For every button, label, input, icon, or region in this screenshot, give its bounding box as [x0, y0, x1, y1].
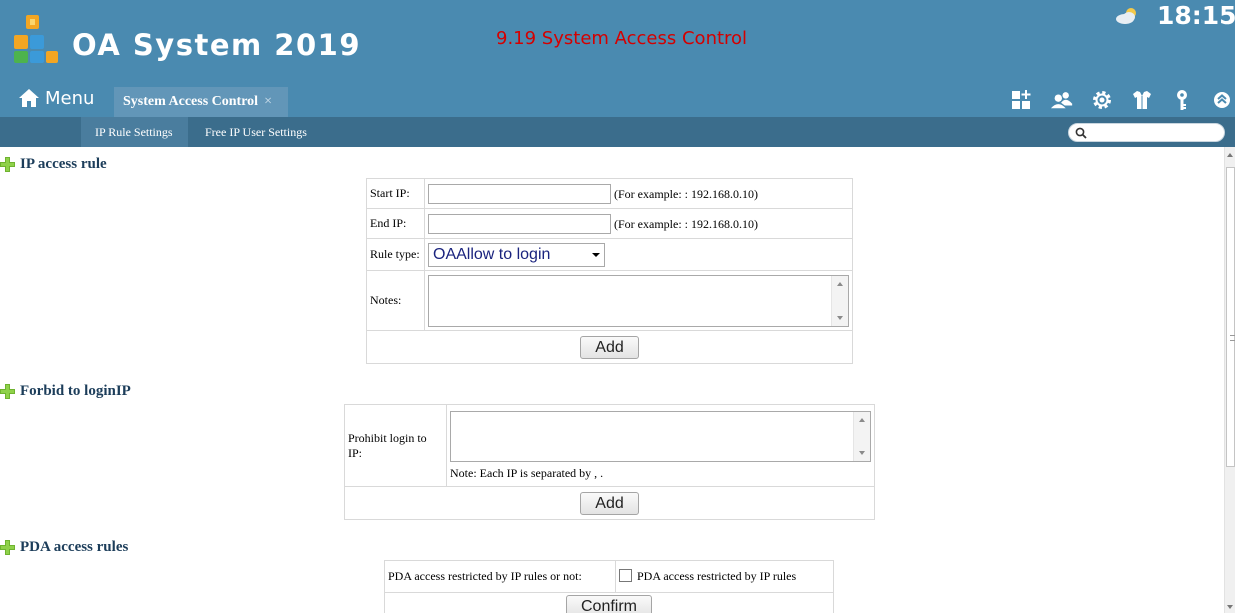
- prohibit-ip-field[interactable]: [450, 410, 871, 462]
- section-title-label: Forbid to loginIP: [20, 383, 131, 399]
- app-header: OA System 2019 9.19 System Access Contro…: [0, 0, 1235, 117]
- subnav-free-ip-user-settings[interactable]: Free IP User Settings: [205, 117, 307, 147]
- rule-type-select[interactable]: OAAllow to login: [428, 242, 605, 267]
- section-forbid-login-ip: Forbid to loginIP: [0, 383, 131, 400]
- section-ip-access-rule: IP access rule: [0, 156, 107, 173]
- menu-button[interactable]: Menu: [18, 84, 94, 112]
- textarea-scrollbar[interactable]: [831, 275, 848, 326]
- subnav-ip-rule-settings[interactable]: IP Rule Settings: [81, 117, 188, 147]
- textarea-scrollbar[interactable]: [853, 411, 870, 461]
- start-ip-hint: (For example: : 192.168.0.10): [614, 186, 758, 201]
- users-icon[interactable]: [1050, 88, 1074, 112]
- ip-separator-note: Note: Each IP is separated by , .: [450, 465, 604, 480]
- gear-icon[interactable]: [1090, 88, 1114, 112]
- toolbar: [1010, 88, 1234, 112]
- pda-checkbox-label: PDA access restricted by IP rules: [637, 569, 797, 583]
- end-ip-field[interactable]: [428, 213, 611, 234]
- plus-icon: [0, 540, 15, 555]
- search-icon: [1075, 127, 1087, 139]
- logo-icon: [14, 15, 58, 63]
- main-content: IP access rule Start IP: (For example: :…: [0, 147, 1224, 613]
- scrollbar-thumb[interactable]: [1226, 167, 1235, 467]
- apps-icon[interactable]: [1010, 88, 1034, 112]
- scroll-up-icon[interactable]: [1227, 153, 1233, 157]
- plus-icon: [0, 157, 15, 172]
- section-title-label: PDA access rules: [20, 539, 129, 555]
- confirm-button[interactable]: Confirm: [565, 595, 652, 613]
- chevron-down-icon: [592, 252, 600, 257]
- rule-type-value: OAAllow to login: [433, 245, 551, 263]
- page-scrollbar[interactable]: [1224, 147, 1235, 613]
- add-forbid-ip-button[interactable]: Add: [580, 491, 639, 515]
- plus-icon: [0, 384, 15, 399]
- add-ip-rule-button[interactable]: Add: [580, 335, 639, 359]
- key-icon[interactable]: [1170, 88, 1194, 112]
- collapse-up-icon[interactable]: [1210, 88, 1234, 112]
- forbid-ip-form: Prohibit login to IP: Note: Each IP is s…: [344, 404, 875, 520]
- section-pda-access-rules: PDA access rules: [0, 539, 128, 556]
- scroll-down-icon[interactable]: [1227, 605, 1233, 609]
- pda-access-form: PDA access restricted by IP rules or not…: [384, 560, 834, 613]
- rule-type-label: Rule type:: [366, 238, 425, 271]
- sub-navigation: IP Rule Settings Free IP User Settings: [0, 117, 1235, 147]
- notes-label: Notes:: [366, 270, 425, 331]
- page-heading: 9.19 System Access Control: [496, 28, 748, 49]
- section-title-label: IP access rule: [20, 156, 107, 172]
- end-ip-hint: (For example: : 192.168.0.10): [614, 216, 758, 231]
- app-title: OA System 2019: [72, 28, 362, 62]
- shirt-icon[interactable]: [1130, 88, 1154, 112]
- menu-label: Menu: [45, 87, 95, 109]
- pda-restricted-label: PDA access restricted by IP rules or not…: [384, 560, 616, 593]
- home-icon: [19, 89, 39, 107]
- end-ip-label: End IP:: [366, 208, 425, 239]
- close-icon[interactable]: ×: [264, 94, 272, 110]
- start-ip-label: Start IP:: [366, 178, 425, 209]
- notes-field[interactable]: [428, 274, 849, 327]
- clock: 18:15: [1157, 1, 1235, 30]
- tab-label: System Access Control: [123, 94, 259, 109]
- ip-rule-form: Start IP: (For example: : 192.168.0.10) …: [366, 178, 853, 364]
- tab-system-access-control[interactable]: System Access Control ×: [114, 87, 288, 117]
- search-input[interactable]: [1068, 123, 1225, 142]
- weather-icon: [1116, 8, 1136, 24]
- prohibit-login-label: Prohibit login to IP:: [344, 404, 447, 487]
- pda-restricted-checkbox[interactable]: [619, 569, 632, 582]
- start-ip-field[interactable]: [428, 183, 611, 204]
